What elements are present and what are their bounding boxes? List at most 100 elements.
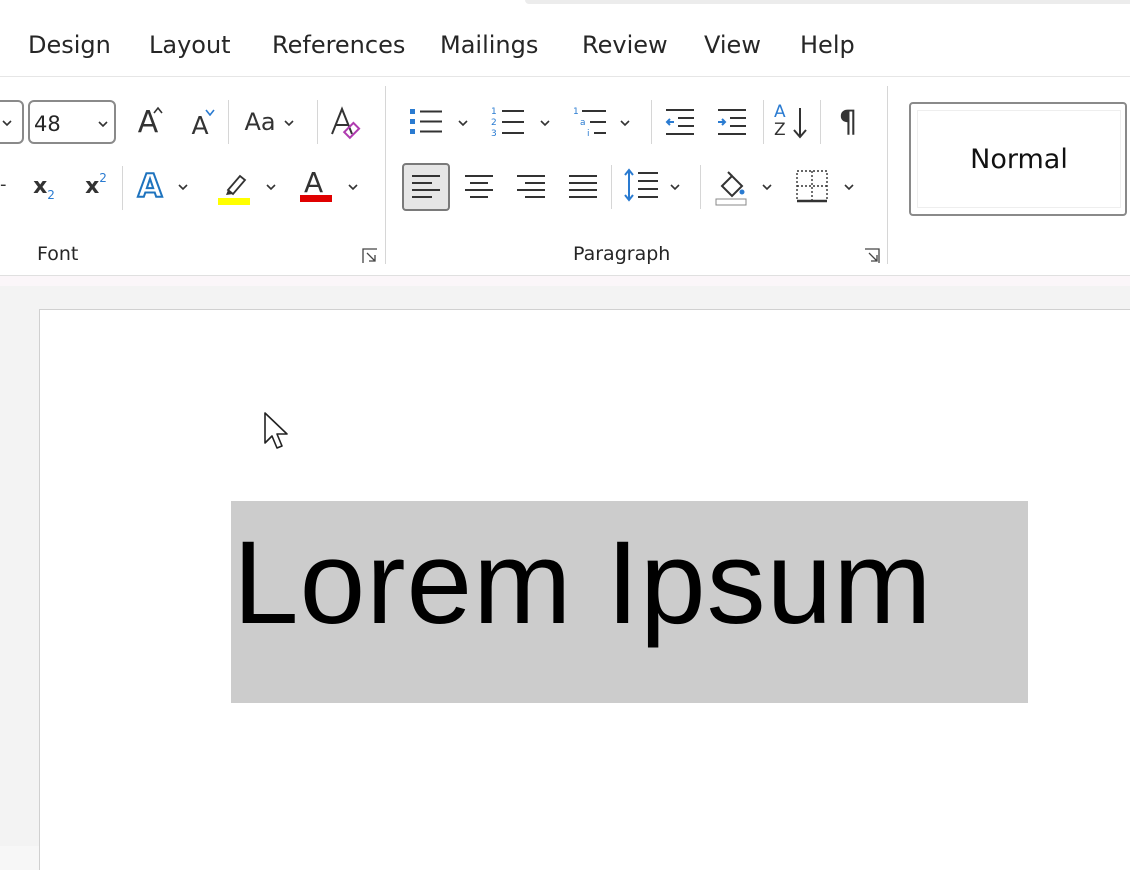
chevron-down-icon [458,120,468,127]
subscript-digit: 2 [47,188,55,202]
tab-help[interactable]: Help [800,31,855,59]
ribbon-tab-bar: Design Layout References Mailings Review… [0,0,1130,77]
chevron-down-icon [98,121,108,128]
svg-text:i: i [587,129,590,139]
mouse-cursor-icon [264,412,288,449]
style-normal[interactable]: Normal [909,102,1127,216]
borders-icon [796,170,828,203]
text-effects-icon: A [137,166,164,206]
sort-a-label: A [774,102,786,122]
font-color-button[interactable]: A [296,164,368,208]
numbering-button[interactable]: 1 2 3 [486,100,556,144]
highlight-color-button[interactable] [212,164,284,208]
chevron-down-icon [620,120,630,127]
chevron-down-icon [178,184,188,191]
increase-indent-icon [718,109,746,135]
tab-review[interactable]: Review [582,31,668,59]
separator [611,165,612,209]
sort-button[interactable]: A Z [770,100,812,144]
superscript-icon: x [85,173,100,199]
paint-bucket-icon [715,171,747,206]
font-color-swatch [300,195,332,202]
dialog-launcher-icon[interactable] [362,248,378,264]
font-size-combobox[interactable]: 48 [28,100,116,144]
align-right-icon [517,175,545,198]
group-separator [887,86,888,264]
multilevel-list-icon: 1 a i [573,107,606,139]
separator [317,100,318,144]
svg-text:1: 1 [573,107,579,117]
svg-text:1: 1 [491,107,497,117]
tab-references[interactable]: References [272,31,405,59]
increase-indent-button[interactable] [712,100,752,144]
tab-design[interactable]: Design [28,31,111,59]
style-preview: Normal [917,110,1121,208]
subscript-icon: x [33,173,48,199]
separator [228,100,229,144]
superscript-button[interactable]: x 2 [78,166,114,206]
pilcrow-icon: ¶ [838,104,858,140]
chevron-down-icon [2,120,12,127]
separator [763,100,764,144]
clear-formatting-icon [331,106,361,140]
caret-up-icon [153,106,163,114]
separator [700,165,701,209]
style-normal-label: Normal [970,143,1068,175]
borders-button[interactable] [792,164,862,208]
align-center-icon [465,175,493,198]
separator [820,100,821,144]
chevron-down-icon [844,184,854,191]
font-name-combobox[interactable] [0,100,24,144]
chevron-down-icon [670,184,680,191]
shrink-font-button[interactable]: A [180,100,220,144]
chevron-down-icon [266,184,276,191]
align-left-icon [412,175,440,198]
decrease-indent-button[interactable] [660,100,700,144]
svg-text:a: a [580,118,586,128]
ribbon-shadow [0,276,1130,286]
align-right-button[interactable] [510,165,552,209]
document-text[interactable]: Lorem Ipsum [233,508,933,658]
bullets-button[interactable] [404,100,474,144]
bullet-list-icon [410,109,442,134]
group-separator [385,86,386,264]
dialog-launcher-icon[interactable] [864,248,880,264]
arrow-down-icon [793,108,807,139]
tab-layout[interactable]: Layout [149,31,231,59]
svg-text:3: 3 [491,129,497,139]
highlighter-icon [218,174,250,205]
strikethrough-partial[interactable]: - [0,174,7,195]
sort-z-label: Z [774,120,786,140]
clear-formatting-button[interactable] [326,100,366,144]
justify-button[interactable] [562,165,604,209]
separator [122,166,123,210]
tab-mailings[interactable]: Mailings [440,31,538,59]
text-effects-button[interactable]: A [130,164,194,208]
superscript-digit: 2 [99,171,107,185]
paragraph-group-label: Paragraph [573,243,671,265]
chevron-down-icon [348,184,358,191]
change-case-icon: Aa [244,108,276,136]
chevron-down-icon [284,120,294,127]
justify-icon [569,175,597,198]
grow-font-button[interactable]: A [128,100,168,144]
multilevel-list-button[interactable]: 1 a i [570,100,636,144]
decrease-indent-icon [665,109,694,135]
chevron-down-icon [540,120,550,127]
font-size-value: 48 [34,112,61,136]
show-hide-button[interactable]: ¶ [828,100,868,144]
chevron-down-icon [762,184,772,191]
line-spacing-button[interactable] [620,164,688,208]
font-group-label: Font [37,243,79,265]
align-center-button[interactable] [458,165,500,209]
separator [651,100,652,144]
title-bar-edge [525,0,1130,4]
change-case-button[interactable]: Aa [236,100,302,144]
align-left-button[interactable] [402,163,450,211]
caret-down-icon [205,109,215,116]
line-spacing-icon [624,168,658,202]
numbered-list-icon: 1 2 3 [491,107,524,139]
shading-button[interactable] [710,164,780,208]
subscript-button[interactable]: x 2 [26,166,62,206]
tab-view[interactable]: View [704,31,761,59]
